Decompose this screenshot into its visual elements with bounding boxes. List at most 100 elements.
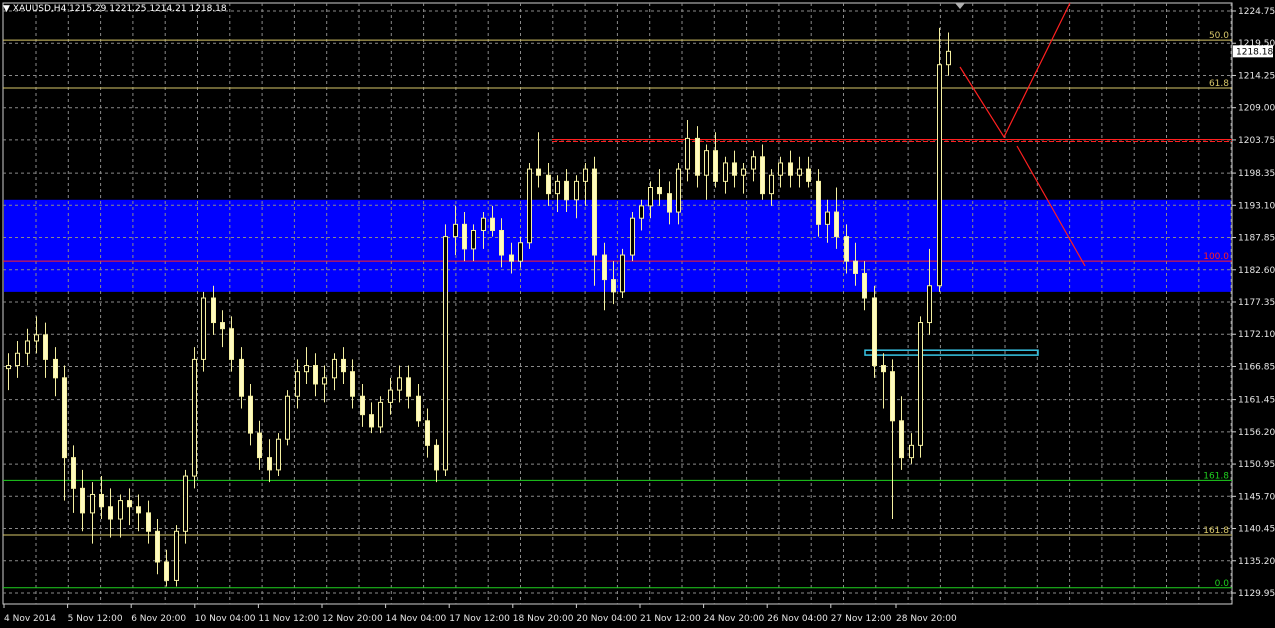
y-tick-label: 1224.75 — [1238, 7, 1275, 17]
y-tick-label: 1166.85 — [1238, 362, 1275, 372]
bull-candle — [174, 530, 179, 581]
bull-candle — [276, 438, 281, 471]
bull-candle — [797, 168, 802, 176]
bull-candle — [555, 180, 560, 195]
bear-candle — [546, 174, 551, 195]
bear-candle — [834, 211, 839, 238]
bear-candle — [155, 530, 160, 563]
bear-candle — [872, 297, 877, 367]
bear-candle — [211, 297, 216, 324]
x-tick-label: 17 Nov 12:00 — [449, 614, 510, 624]
current-price-label: 1218.18 — [1236, 47, 1273, 57]
bear-candle — [239, 358, 244, 397]
bear-candle — [788, 162, 793, 176]
bear-candle — [592, 168, 597, 256]
y-tick-label: 1209.00 — [1238, 104, 1275, 114]
y-tick-label: 1187.85 — [1238, 234, 1275, 244]
bear-candle — [80, 487, 85, 514]
level-label: 100.0 — [1203, 252, 1229, 262]
bear-candle — [313, 365, 318, 385]
level-label: 50.0 — [1209, 31, 1229, 41]
bull-candle — [6, 365, 11, 370]
bear-candle — [667, 193, 672, 213]
bear-candle — [490, 217, 495, 231]
x-tick-label: 14 Nov 04:00 — [386, 614, 447, 624]
bull-candle — [322, 377, 327, 385]
bear-candle — [434, 444, 439, 471]
bear-candle — [62, 377, 67, 459]
x-tick-label: 24 Nov 20:00 — [704, 614, 765, 624]
bear-candle — [99, 493, 104, 508]
bear-candle — [657, 187, 662, 195]
y-tick-label: 1203.75 — [1238, 136, 1275, 146]
bull-candle — [648, 187, 653, 207]
bull-candle — [620, 254, 625, 293]
bear-candle — [899, 420, 904, 459]
bull-candle — [90, 493, 95, 514]
bear-candle — [564, 180, 569, 201]
bear-candle — [369, 414, 374, 428]
bull-candle — [937, 64, 942, 287]
level-label: 0.0 — [1215, 579, 1230, 589]
bear-candle — [853, 260, 858, 274]
bull-candle — [946, 50, 951, 66]
bear-candle — [108, 506, 113, 520]
bear-candle — [71, 457, 76, 489]
y-tick-label: 1156.20 — [1238, 428, 1275, 438]
x-tick-label: 4 Nov 2014 — [4, 614, 56, 624]
bull-candle — [471, 229, 476, 250]
bull-candle — [443, 236, 448, 471]
chart-header: ▼ XAUUSD,H4 1215.29 1221.25 1214.21 1218… — [3, 4, 227, 14]
level-label: 61.8 — [1209, 79, 1229, 89]
x-tick-label: 10 Nov 04:00 — [195, 614, 256, 624]
bear-candle — [43, 334, 48, 360]
bear-candle — [890, 371, 895, 422]
bear-candle — [499, 229, 504, 256]
y-tick-label: 1214.25 — [1238, 71, 1275, 81]
bear-candle — [127, 500, 132, 508]
x-tick-label: 11 Nov 12:00 — [258, 614, 319, 624]
symbol-label: XAUUSD,H4 — [12, 4, 67, 14]
bull-candle — [285, 395, 290, 440]
bull-candle — [741, 168, 746, 176]
bull-candle — [332, 358, 337, 379]
bull-candle — [769, 174, 774, 195]
bull-candle — [304, 365, 309, 373]
bull-candle — [909, 444, 914, 459]
bear-candle — [881, 365, 886, 373]
bull-candle — [583, 168, 588, 182]
bear-candle — [257, 432, 262, 459]
bear-candle — [760, 156, 765, 195]
bull-candle — [201, 297, 206, 360]
x-tick-label: 20 Nov 04:00 — [576, 614, 637, 624]
bear-candle — [695, 137, 700, 176]
bear-candle — [509, 254, 514, 262]
bull-candle — [397, 377, 402, 391]
bull-candle — [574, 180, 579, 201]
bear-candle — [164, 561, 169, 581]
bull-candle — [927, 285, 932, 324]
projection-zigzag — [959, 2, 1071, 139]
bear-candle — [416, 395, 421, 422]
support-box — [864, 349, 1039, 356]
y-tick-label: 1135.20 — [1238, 557, 1275, 567]
y-tick-label: 1172.10 — [1238, 330, 1275, 340]
bull-candle — [295, 371, 300, 397]
y-tick-label: 1177.35 — [1238, 298, 1275, 308]
x-tick-label: 18 Nov 20:00 — [513, 614, 574, 624]
y-tick-label: 1140.45 — [1238, 525, 1275, 535]
level-label: 161.8 — [1203, 471, 1229, 481]
price-chart[interactable]: 1224.751219.501214.251209.001203.751198.… — [0, 0, 1275, 628]
bear-candle — [602, 254, 607, 281]
bear-candle — [816, 180, 821, 225]
bull-candle — [118, 500, 123, 520]
chevron-down-icon[interactable]: ▼ — [3, 4, 10, 14]
bull-candle — [723, 162, 728, 182]
y-tick-label: 1198.35 — [1238, 169, 1275, 179]
y-tick-label: 1129.95 — [1238, 589, 1275, 599]
bear-candle — [406, 377, 411, 397]
bull-candle — [630, 217, 635, 256]
bear-candle — [862, 272, 867, 299]
shift-marker-icon — [955, 3, 965, 9]
y-tick-label: 1182.60 — [1238, 266, 1275, 276]
